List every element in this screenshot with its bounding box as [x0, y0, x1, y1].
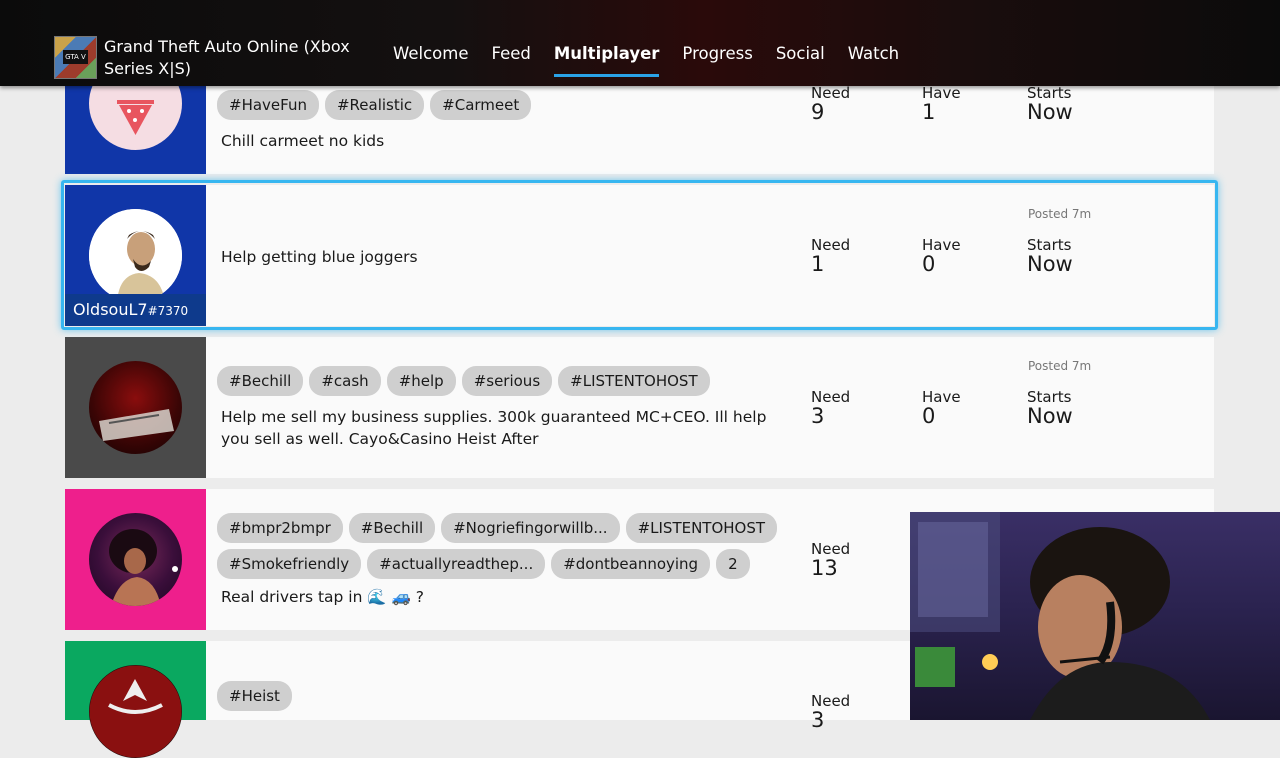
have-label: Have [922, 236, 961, 254]
tag[interactable]: #Bechill [348, 513, 436, 543]
nav-tabs: Welcome Feed Multiplayer Progress Social… [393, 44, 922, 77]
tag[interactable]: #Carmeet [430, 90, 532, 120]
user-portrait-icon [109, 529, 178, 606]
starts-value: Now [1027, 100, 1073, 124]
tab-welcome[interactable]: Welcome [393, 44, 468, 69]
gamertag[interactable]: OldsouL7#7370 [65, 294, 206, 326]
tab-social[interactable]: Social [776, 44, 825, 69]
starts-value: Now [1027, 404, 1073, 428]
need-label: Need [811, 692, 851, 710]
tag-list: #bmpr2bmpr #Bechill #Nogriefingorwillb..… [217, 513, 797, 579]
streamer-camera-icon [910, 512, 1210, 720]
tag[interactable]: #serious [461, 366, 553, 396]
posted-time: Posted 7m [1028, 359, 1092, 373]
more-tags-count[interactable]: 2 [716, 549, 750, 579]
need-value: 1 [811, 252, 825, 276]
avatar [89, 513, 182, 606]
need-label: Need [811, 236, 851, 254]
game-tile-label: GTA V [63, 50, 88, 64]
tab-multiplayer[interactable]: Multiplayer [553, 44, 659, 77]
need-label: Need [811, 84, 851, 102]
need-stat: Need 13 [811, 541, 850, 579]
starts-stat: Starts Now [1027, 389, 1073, 427]
photo-avatar-icon [99, 409, 174, 441]
tab-watch[interactable]: Watch [848, 44, 899, 69]
tag[interactable]: #dontbeannoying [551, 549, 711, 579]
need-stat: Need 1 [811, 237, 850, 275]
tag-list: #Heist [217, 681, 292, 711]
game-title: Grand Theft Auto Online (Xbox Series X|S… [104, 37, 350, 78]
need-stat: Need 3 [811, 693, 850, 731]
have-value: 1 [922, 100, 936, 124]
post-description: Help me sell my business supplies. 300k … [221, 406, 766, 450]
need-stat: Need 3 [811, 389, 850, 427]
avatar-panel [65, 337, 206, 478]
starts-stat: Starts Now [1027, 237, 1073, 275]
tag[interactable]: #HaveFun [217, 90, 319, 120]
starts-label: Starts [1027, 84, 1072, 102]
avatar [89, 665, 182, 758]
tag-list: #HaveFun #Realistic #Carmeet [217, 90, 532, 120]
need-stat: Need 9 [811, 85, 850, 123]
starts-value: Now [1027, 252, 1073, 276]
tag[interactable]: #LISTENTOHOST [558, 366, 710, 396]
tab-feed[interactable]: Feed [491, 44, 530, 69]
starts-label: Starts [1027, 236, 1072, 254]
need-value: 9 [811, 100, 825, 124]
have-value: 0 [922, 252, 936, 276]
post-description: Real drivers tap in 🌊 🚙 ? [221, 588, 425, 606]
gamertag-suffix: #7370 [147, 304, 189, 318]
have-stat: Have 1 [922, 85, 961, 123]
tag[interactable]: #Smokefriendly [217, 549, 362, 579]
tag[interactable]: #Bechill [217, 366, 304, 396]
need-label: Need [811, 388, 851, 406]
need-value: 3 [811, 404, 825, 428]
avatar [89, 361, 182, 454]
game-tile-icon[interactable]: GTA V [54, 36, 97, 79]
tag[interactable]: #help [386, 366, 456, 396]
starts-stat: Starts Now [1027, 85, 1073, 123]
posted-time: Posted 7m [1028, 207, 1092, 221]
avatar [89, 209, 182, 302]
need-value: 13 [811, 556, 838, 580]
tag[interactable]: #Heist [217, 681, 292, 711]
tag-list: #Bechill #cash #help #serious #LISTENTOH… [217, 366, 710, 396]
have-stat: Have 0 [922, 237, 961, 275]
need-label: Need [811, 540, 851, 558]
starts-label: Starts [1027, 388, 1072, 406]
post-description-line: you sell as well. Cayo&Casino Heist Afte… [221, 430, 539, 448]
webcam-overlay [910, 512, 1280, 720]
tag[interactable]: #LISTENTOHOST [625, 513, 778, 543]
top-bar: GTA V Grand Theft Auto Online (Xbox Seri… [0, 0, 1280, 86]
gamertag-name: OldsouL7 [73, 300, 148, 319]
lfg-post[interactable]: #Bechill #cash #help #serious #LISTENTOH… [65, 337, 1214, 478]
tag[interactable]: #bmpr2bmpr [217, 513, 343, 543]
post-description: Help getting blue joggers [221, 248, 418, 266]
user-portrait-icon [89, 209, 182, 302]
avatar-panel: OldsouL7#7370 [65, 185, 206, 326]
tag[interactable]: #cash [309, 366, 381, 396]
lfg-post-selected[interactable]: OldsouL7#7370 Help getting blue joggers … [65, 185, 1214, 326]
crest-logo-icon [89, 665, 182, 758]
avatar-panel [65, 489, 206, 630]
post-description-line: Help me sell my business supplies. 300k … [221, 408, 767, 426]
tag[interactable]: #actuallyreadthep... [367, 549, 546, 579]
tab-progress[interactable]: Progress [682, 44, 752, 69]
have-label: Have [922, 388, 961, 406]
need-value: 3 [811, 708, 825, 732]
have-label: Have [922, 84, 961, 102]
have-stat: Have 0 [922, 389, 961, 427]
avatar-panel [65, 641, 206, 758]
post-description: Chill carmeet no kids [221, 132, 385, 150]
tag[interactable]: #Realistic [324, 90, 425, 120]
have-value: 0 [922, 404, 936, 428]
tag[interactable]: #Nogriefingorwillb... [441, 513, 620, 543]
